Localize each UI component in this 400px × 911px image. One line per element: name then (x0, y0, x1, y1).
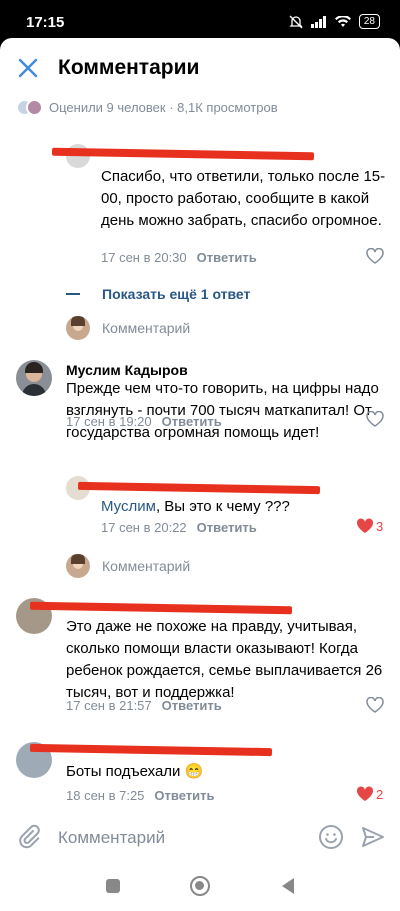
comment-input-bar: Комментарий (0, 812, 400, 864)
header: Комментарии (0, 38, 400, 96)
comment-date: 17 сен в 20:30 (101, 250, 187, 265)
comment-date: 17 сен в 19:20 (66, 414, 152, 429)
redaction-mark (77, 481, 321, 495)
redaction-mark (51, 147, 315, 161)
avatar[interactable] (16, 360, 52, 396)
liked-heart-icon[interactable] (356, 518, 374, 534)
comment-date: 17 сен в 21:57 (66, 698, 152, 713)
comment-text: Боты подъехали 😁 (66, 763, 204, 780)
show-more-label: Показать ещё 1 ответ (102, 286, 251, 302)
home-icon[interactable] (190, 876, 210, 896)
likes-summary[interactable]: Оценили 9 человек · 8,1К просмотров (16, 96, 278, 118)
comments-sheet: Комментарии Оценили 9 человек · 8,1К про… (0, 38, 400, 850)
comment-text: Это даже не похоже на правду, учитывая, … (66, 618, 383, 701)
comment-input[interactable]: Комментарий (58, 828, 165, 848)
like-count: 3 (376, 519, 384, 534)
emoji-icon[interactable] (318, 824, 344, 850)
send-icon[interactable] (360, 824, 386, 850)
battery-indicator: 28 (358, 14, 380, 29)
my-avatar (66, 316, 90, 340)
redaction-mark (29, 601, 293, 615)
comment-text: Прежде чем что-то говорить, на цифры над… (66, 380, 379, 441)
attach-icon[interactable] (16, 824, 42, 850)
reply-button[interactable]: Ответить (154, 788, 214, 803)
comment-meta: 17 сен в 21:57 Ответить (66, 698, 222, 713)
reply-compose[interactable]: Комментарий (66, 554, 190, 578)
comment-date: 18 сен в 7:25 (66, 788, 145, 803)
liked-heart-icon[interactable] (356, 786, 374, 802)
like-heart-icon[interactable] (366, 411, 384, 427)
reply-button[interactable]: Ответить (197, 250, 257, 265)
my-avatar (66, 554, 90, 578)
wifi-icon (334, 15, 351, 27)
status-icons: 28 (289, 14, 380, 29)
likes-text: Оценили 9 человек · 8,1К просмотров (49, 99, 278, 115)
comment-meta: 18 сен в 7:25 Ответить (66, 788, 215, 803)
comment-text: Спасибо, что ответили, только после 15-0… (101, 168, 386, 229)
dash-icon (66, 293, 80, 295)
status-time: 17:15 (26, 14, 65, 31)
compose-placeholder: Комментарий (102, 558, 191, 574)
comment-date: 17 сен в 20:22 (101, 520, 187, 535)
comment-meta: 17 сен в 20:30 Ответить (101, 250, 257, 265)
comment-meta: 17 сен в 19:20 Ответить (66, 414, 222, 429)
reply-button[interactable]: Ответить (197, 520, 257, 535)
reply-button[interactable]: Ответить (162, 414, 222, 429)
reply-button[interactable]: Ответить (162, 698, 222, 713)
compose-placeholder: Комментарий (102, 320, 191, 336)
like-heart-icon[interactable] (366, 248, 384, 264)
comment-text: Муслим, Вы это к чему ??? (101, 496, 391, 518)
back-icon[interactable] (282, 878, 294, 894)
redaction-mark (29, 743, 273, 757)
liker-avatar (26, 98, 43, 116)
show-more-replies[interactable]: Показать ещё 1 ответ (66, 286, 250, 302)
system-nav-bar (0, 864, 400, 911)
mention-link[interactable]: Муслим (101, 498, 156, 515)
comment-text-body: , Вы это к чему ??? (155, 498, 290, 515)
signal-icon (310, 15, 326, 28)
comment-meta: 17 сен в 20:22 Ответить (101, 520, 257, 535)
comment-author[interactable]: Муслим Кадыров (66, 362, 188, 378)
like-heart-icon[interactable] (366, 697, 384, 713)
close-icon[interactable] (16, 56, 40, 80)
page-title: Комментарии (58, 56, 200, 79)
recents-icon[interactable] (106, 879, 120, 893)
reply-compose[interactable]: Комментарий (66, 316, 190, 340)
like-count: 2 (376, 787, 384, 802)
mute-icon (289, 15, 303, 28)
